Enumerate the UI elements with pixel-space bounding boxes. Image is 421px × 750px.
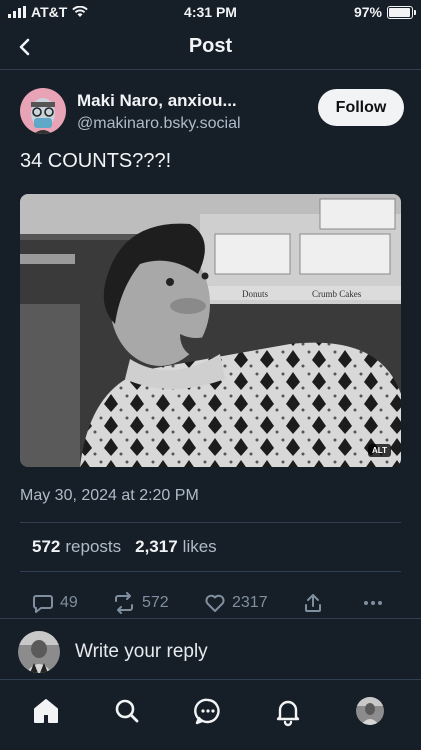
reply-count: 49 — [60, 594, 78, 611]
chat-icon[interactable] — [192, 695, 224, 727]
donuts-label: Donuts — [242, 289, 269, 299]
search-icon[interactable] — [111, 695, 143, 727]
reply-icon — [33, 595, 53, 613]
repost-count: 572 — [142, 594, 169, 611]
status-bar: AT&T 4:31 PM 97% — [0, 0, 421, 24]
battery-icon — [387, 5, 416, 19]
reply-input[interactable]: Write your reply — [75, 641, 208, 663]
author-avatar[interactable] — [20, 88, 66, 134]
divider — [20, 522, 401, 523]
like-button[interactable]: 2317 — [204, 592, 268, 614]
likes-label[interactable]: likes — [183, 537, 217, 557]
author-name[interactable]: Maki Naro, anxiou... — [77, 91, 237, 111]
follow-button[interactable]: Follow — [318, 89, 404, 126]
author-handle[interactable]: @makinaro.bsky.social — [77, 115, 241, 133]
profile-avatar[interactable] — [356, 697, 384, 725]
alt-badge[interactable]: ALT — [368, 444, 391, 457]
page-title: Post — [188, 35, 233, 57]
likes-count[interactable]: 2,317 — [135, 537, 178, 557]
battery-percent: 97% — [353, 4, 382, 20]
repost-icon — [115, 592, 133, 614]
bottom-tab-bar — [0, 681, 421, 750]
ellipsis-icon — [364, 601, 382, 605]
repost-button[interactable]: 572 — [112, 592, 169, 614]
reply-composer[interactable]: Write your reply — [0, 618, 421, 680]
engagement-stats: 572 reposts 2,317 likes — [32, 537, 231, 557]
post-timestamp: May 30, 2024 at 2:20 PM — [20, 487, 199, 504]
home-icon[interactable] — [30, 695, 62, 727]
action-bar: 49 572 2317 — [32, 592, 392, 616]
post-text: 34 COUNTS???! — [20, 150, 172, 172]
more-options-button[interactable] — [362, 592, 384, 614]
user-avatar — [18, 631, 60, 673]
share-icon — [305, 594, 321, 612]
heart-icon — [205, 594, 225, 612]
share-button[interactable] — [302, 592, 324, 614]
reposts-count[interactable]: 572 — [32, 537, 60, 557]
post-image[interactable]: Donuts Crumb Cakes ALT — [20, 194, 401, 467]
like-count: 2317 — [232, 594, 268, 611]
divider — [20, 571, 401, 572]
top-bar: Post — [0, 24, 421, 70]
bell-icon[interactable] — [272, 695, 304, 727]
reposts-label[interactable]: reposts — [65, 537, 121, 557]
battery-level — [389, 7, 411, 17]
reply-button[interactable]: 49 — [32, 592, 78, 614]
crumb-cakes-label: Crumb Cakes — [312, 289, 362, 299]
